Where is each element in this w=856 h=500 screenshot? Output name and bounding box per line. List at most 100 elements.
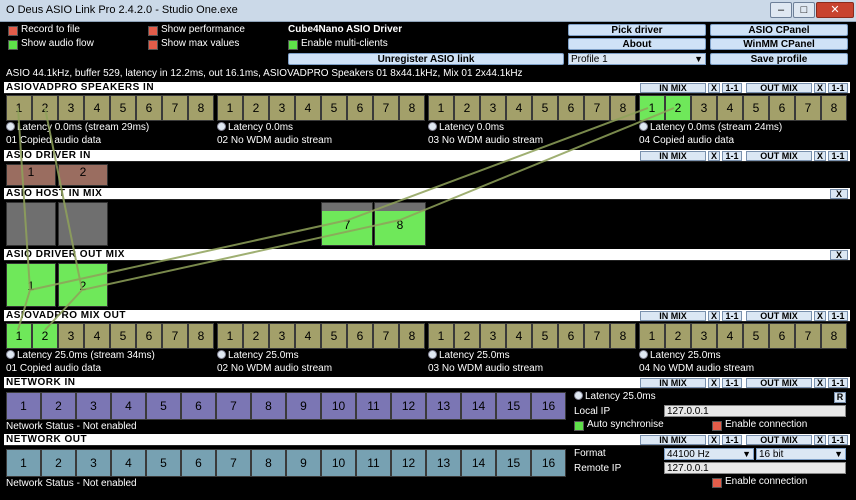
network-channel-cell[interactable]: 2 (41, 392, 76, 420)
in-mix-button[interactable]: IN MIX (640, 311, 706, 321)
channel-cell[interactable]: 8 (610, 323, 636, 349)
bit-depth-select[interactable]: 16 bit ▼ (756, 448, 846, 460)
channel-cell[interactable]: 8 (188, 323, 214, 349)
channel-cell[interactable]: 3 (58, 95, 84, 121)
channel-cell[interactable]: 8 (610, 95, 636, 121)
channel-cell[interactable]: 5 (532, 323, 558, 349)
channel-cell[interactable]: 7 (795, 95, 821, 121)
network-channel-cell[interactable]: 3 (76, 392, 111, 420)
network-channel-cell[interactable]: 7 (216, 449, 251, 477)
network-channel-cell[interactable]: 14 (461, 449, 496, 477)
one-to-one-button[interactable]: 1-1 (722, 435, 742, 445)
network-channel-cell[interactable]: 5 (146, 449, 181, 477)
channel-cell[interactable]: 7 (584, 323, 610, 349)
network-channel-cell[interactable]: 1 (6, 449, 41, 477)
close-icon[interactable]: X (708, 151, 720, 161)
network-channel-cell[interactable]: 8 (251, 449, 286, 477)
out-mix-button[interactable]: OUT MIX (746, 435, 812, 445)
channel-cell[interactable]: 7 (795, 323, 821, 349)
channel-cell[interactable]: 4 (295, 95, 321, 121)
channel-cell[interactable]: 8 (399, 95, 425, 121)
channel-cell[interactable]: 1 (217, 323, 243, 349)
network-channel-cell[interactable]: 7 (216, 392, 251, 420)
minimize-button[interactable]: – (770, 2, 792, 18)
channel-cell[interactable]: 6 (769, 323, 795, 349)
channel-cell[interactable]: 5 (321, 95, 347, 121)
channel-cell[interactable]: 2 (32, 95, 58, 121)
channel-cell[interactable]: 5 (743, 323, 769, 349)
one-to-one-button[interactable]: 1-1 (828, 311, 848, 321)
close-icon[interactable]: X (708, 311, 720, 321)
channel-cell[interactable]: 6 (558, 323, 584, 349)
channel-cell[interactable]: 1 (428, 323, 454, 349)
close-button[interactable]: ✕ (816, 2, 854, 18)
winmm-cpanel-button[interactable]: WinMM CPanel (710, 38, 848, 50)
network-channel-cell[interactable]: 6 (181, 449, 216, 477)
remote-ip-input[interactable]: 127.0.0.1 (664, 462, 846, 474)
network-channel-cell[interactable]: 16 (531, 392, 566, 420)
network-channel-cell[interactable]: 3 (76, 449, 111, 477)
close-icon[interactable]: X (814, 151, 826, 161)
network-channel-cell[interactable]: 4 (111, 449, 146, 477)
network-channel-cell[interactable]: 10 (321, 449, 356, 477)
one-to-one-button[interactable]: 1-1 (828, 435, 848, 445)
channel-cell[interactable]: 4 (84, 323, 110, 349)
one-to-one-button[interactable]: 1-1 (722, 378, 742, 388)
channel-cell[interactable]: 4 (717, 323, 743, 349)
channel-cell[interactable]: 7 (162, 95, 188, 121)
channel-cell[interactable]: 6 (347, 95, 373, 121)
network-channel-cell[interactable]: 15 (496, 449, 531, 477)
channel-cell[interactable]: 7 (162, 323, 188, 349)
network-channel-cell[interactable]: 14 (461, 392, 496, 420)
one-to-one-button[interactable]: 1-1 (722, 311, 742, 321)
channel-cell[interactable]: 8 (399, 323, 425, 349)
reset-button[interactable]: R (834, 392, 846, 403)
record-to-file-checkbox[interactable] (8, 26, 18, 36)
channel-cell[interactable]: 1 (639, 323, 665, 349)
enable-connection-in-checkbox[interactable] (712, 421, 722, 431)
channel-cell[interactable]: 4 (717, 95, 743, 121)
channel-cell[interactable]: 4 (84, 95, 110, 121)
network-channel-cell[interactable]: 12 (391, 392, 426, 420)
channel-cell[interactable]: 4 (506, 323, 532, 349)
network-channel-cell[interactable]: 15 (496, 392, 531, 420)
one-to-one-button[interactable]: 1-1 (828, 378, 848, 388)
profile-select[interactable]: Profile 1 ▼ (568, 53, 706, 65)
channel-cell[interactable]: 3 (269, 323, 295, 349)
channel-cell[interactable]: 6 (347, 323, 373, 349)
channel-cell[interactable]: 8 (821, 323, 847, 349)
one-to-one-button[interactable]: 1-1 (828, 83, 848, 93)
out-mix-button[interactable]: OUT MIX (746, 378, 812, 388)
show-performance-checkbox[interactable] (148, 26, 158, 36)
channel-cell[interactable]: 2 (454, 95, 480, 121)
driver-in-channel-2[interactable]: 2 (58, 164, 108, 186)
show-max-values-checkbox[interactable] (148, 40, 158, 50)
sample-rate-select[interactable]: 44100 Hz ▼ (664, 448, 754, 460)
host-in-mix-channel-7[interactable]: 7 (321, 202, 373, 246)
channel-cell[interactable]: 5 (743, 95, 769, 121)
channel-cell[interactable]: 4 (295, 323, 321, 349)
one-to-one-button[interactable]: 1-1 (722, 151, 742, 161)
channel-cell[interactable]: 2 (32, 323, 58, 349)
channel-cell[interactable]: 1 (6, 95, 32, 121)
pick-driver-button[interactable]: Pick driver (568, 24, 706, 36)
channel-cell[interactable]: 5 (110, 323, 136, 349)
channel-cell[interactable]: 6 (136, 95, 162, 121)
driver-out-mix-channel-2[interactable]: 2 (58, 263, 108, 307)
enable-connection-out-checkbox[interactable] (712, 478, 722, 488)
channel-cell[interactable]: 3 (269, 95, 295, 121)
channel-cell[interactable]: 6 (769, 95, 795, 121)
close-icon[interactable]: X (814, 83, 826, 93)
channel-cell[interactable]: 2 (665, 95, 691, 121)
channel-cell[interactable]: 1 (428, 95, 454, 121)
channel-cell[interactable]: 3 (480, 323, 506, 349)
channel-cell[interactable]: 6 (136, 323, 162, 349)
out-mix-button[interactable]: OUT MIX (746, 311, 812, 321)
out-mix-button[interactable]: OUT MIX (746, 83, 812, 93)
auto-synchronise-checkbox[interactable] (574, 421, 584, 431)
network-channel-cell[interactable]: 11 (356, 449, 391, 477)
network-channel-cell[interactable]: 13 (426, 449, 461, 477)
network-channel-cell[interactable]: 1 (6, 392, 41, 420)
about-button[interactable]: About (568, 38, 706, 50)
channel-cell[interactable]: 4 (506, 95, 532, 121)
